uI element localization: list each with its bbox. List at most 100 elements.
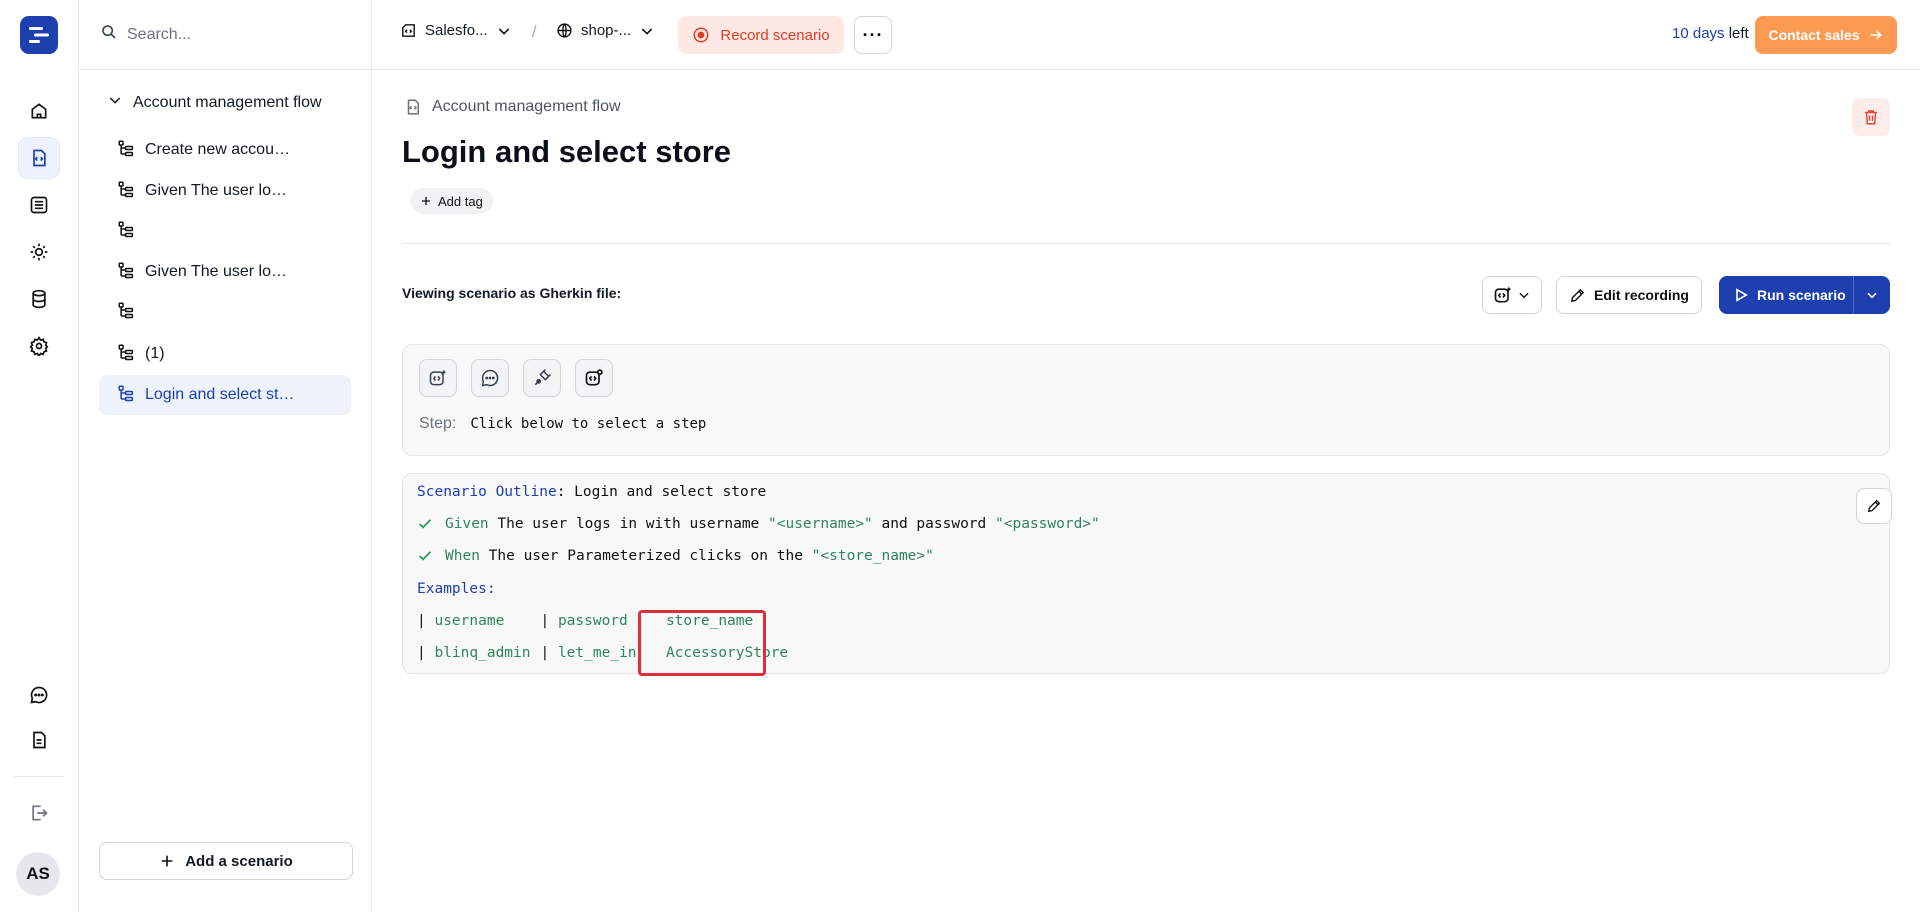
settings-gear-icon[interactable] (18, 325, 60, 367)
icon-rail: AS (0, 0, 79, 912)
scenario-outline-line[interactable]: Scenario Outline: Login and select store (417, 484, 766, 500)
run-scenario-button[interactable]: Run scenario (1719, 276, 1853, 314)
globe-icon (557, 23, 572, 38)
pencil-icon (1570, 288, 1585, 302)
project-selector[interactable]: Salesfo... (400, 22, 512, 39)
highlight-annotation-box (638, 610, 766, 676)
more-horizontal-icon: ··· (862, 24, 884, 45)
gherkin-step-line[interactable]: Given The user logs in with username "<u… (417, 516, 1100, 532)
examples-line: Examples: (417, 581, 496, 597)
database-icon[interactable] (18, 278, 60, 320)
add-scenario-label: Add a scenario (185, 852, 293, 870)
connect-step-button[interactable] (523, 359, 561, 397)
step-text: The user Parameterized clicks on the (479, 548, 812, 564)
step-panel: Step: Click below to select a step (402, 344, 1890, 456)
record-scenario-button[interactable]: Record scenario (678, 16, 844, 54)
environment-selector[interactable]: shop-... (556, 22, 655, 39)
contact-sales-button[interactable]: Contact sales (1755, 16, 1897, 54)
ai-settings-icon (585, 369, 603, 386)
edit-recording-label: Edit recording (1594, 287, 1689, 303)
sidebar-item-given-login-2[interactable]: Given The user logs in (99, 252, 351, 292)
flow-tree-root-label: Account management flow (133, 93, 322, 111)
flow-breadcrumb[interactable]: Account management flow (404, 98, 621, 116)
step-keyword: Given (445, 516, 489, 532)
project-icon (402, 24, 415, 37)
list-icon[interactable] (18, 184, 60, 226)
scenario-icon (117, 139, 135, 162)
trial-days: 10 days (1672, 25, 1725, 42)
integrations-icon[interactable] (18, 231, 60, 273)
record-icon (693, 27, 709, 43)
contact-sales-label: Contact sales (1768, 27, 1860, 43)
breadcrumb-separator: / (532, 24, 537, 41)
section-divider (402, 243, 1890, 244)
scenario-icon (117, 180, 135, 203)
scenario-icon (117, 220, 135, 243)
step-parameter: "<password>" (995, 516, 1100, 532)
comment-step-button[interactable] (471, 359, 509, 397)
ai-generate-step-button[interactable] (419, 359, 457, 397)
sidebar-item-login-select-store[interactable]: Login and select store (99, 375, 351, 415)
flow-file-icon (407, 99, 419, 115)
play-icon (1736, 288, 1748, 302)
project-label: Salesfo... (425, 22, 488, 39)
outline-name: Login and select store (574, 484, 767, 500)
ai-code-icon (429, 369, 447, 386)
step-text: and password (872, 516, 995, 532)
user-avatar[interactable]: AS (16, 852, 60, 896)
chat-icon[interactable] (18, 674, 60, 716)
check-icon (419, 551, 431, 561)
gherkin-step-line[interactable]: When The user Parameterized clicks on th… (417, 548, 934, 564)
plus-icon (161, 855, 173, 867)
sidebar-item-create-account[interactable]: Create new account and log in (99, 130, 351, 170)
scenario-icon (117, 261, 135, 284)
step-text: The user logs in with username (488, 516, 769, 532)
check-icon (419, 519, 431, 529)
logout-icon[interactable] (18, 792, 60, 834)
ai-code-icon (1494, 286, 1512, 303)
top-bar: Salesfo... / shop-... Record scenario ··… (372, 0, 1920, 70)
current-step: Step: Click below to select a step (419, 415, 706, 433)
more-options-button[interactable]: ··· (854, 16, 892, 54)
trial-suffix: left (1724, 25, 1749, 42)
home-icon[interactable] (18, 90, 60, 132)
plus-icon (422, 197, 430, 205)
plug-icon (534, 369, 551, 386)
sidebar-item-untitled-2[interactable] (99, 292, 351, 332)
chevron-down-icon (1867, 292, 1877, 299)
examples-colon: : (486, 581, 496, 597)
delete-scenario-button[interactable] (1852, 98, 1890, 136)
ai-assist-dropdown[interactable] (1482, 276, 1542, 314)
add-tag-button[interactable]: Add tag (410, 188, 493, 214)
run-scenario-label: Run scenario (1757, 287, 1846, 303)
trash-icon (1865, 110, 1877, 125)
run-scenario-split-button: Run scenario (1719, 276, 1890, 314)
page-title: Login and select store (402, 134, 732, 169)
add-tag-label: Add tag (438, 193, 483, 209)
add-scenario-button[interactable]: Add a scenario (99, 842, 353, 880)
edit-recording-button[interactable]: Edit recording (1556, 276, 1702, 314)
examples-keyword: Examples (417, 581, 487, 597)
environment-label: shop-... (581, 22, 632, 39)
app-logo-icon[interactable] (20, 16, 58, 54)
gherkin-viewer[interactable]: Scenario Outline: Login and select store… (402, 473, 1892, 676)
chevron-down-icon (641, 27, 653, 35)
ai-config-step-button[interactable] (575, 359, 613, 397)
rail-divider (14, 776, 64, 777)
step-label: Step: (419, 415, 457, 432)
sidebar-item-label: Login and select store (145, 386, 295, 403)
trial-status: 10 days left (1672, 25, 1749, 42)
docs-icon[interactable] (18, 719, 60, 761)
chevron-down-icon[interactable] (107, 92, 123, 113)
search-input[interactable] (127, 25, 347, 44)
sidebar-item-untitled[interactable] (99, 211, 351, 251)
flow-tree-root[interactable]: Account management flow (107, 92, 322, 113)
sidebar-item-given-login[interactable]: Given The user logs in (99, 171, 351, 211)
table-cell: username (434, 613, 505, 629)
edit-gherkin-button[interactable] (1856, 488, 1892, 524)
step-parameter: "<username>" (768, 516, 873, 532)
scenarios-icon[interactable] (18, 137, 60, 179)
run-options-dropdown[interactable] (1853, 276, 1890, 314)
sidebar-item-copy-1[interactable]: (1) (99, 334, 351, 374)
search-bar (79, 0, 372, 70)
